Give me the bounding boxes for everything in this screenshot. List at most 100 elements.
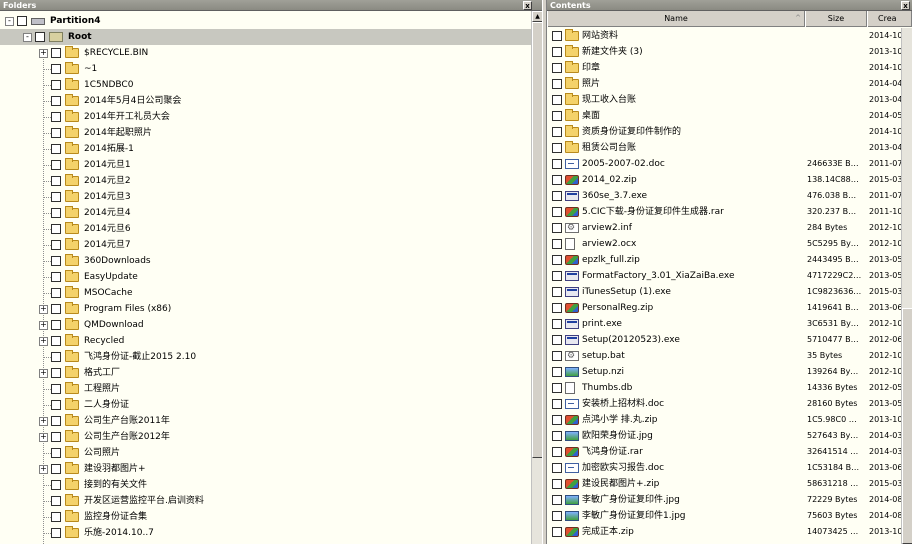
tree-node[interactable]: 2014元旦7 — [0, 237, 531, 253]
file-row[interactable]: Setup.nzi 139264 By… 2012-10 — [547, 364, 901, 380]
tree-node[interactable]: + $RECYCLE.BIN — [0, 45, 531, 61]
contents-scroll-thumb[interactable] — [902, 308, 912, 544]
tree-node[interactable]: 2014元旦2 — [0, 173, 531, 189]
column-header-created[interactable]: Crea — [867, 11, 912, 27]
row-checkbox[interactable] — [552, 47, 562, 57]
node-checkbox[interactable] — [35, 32, 45, 42]
file-row[interactable]: 照片 2014-04 — [547, 76, 901, 92]
file-row[interactable]: epzlk_full.zip 2443495 B… 2013-05 — [547, 252, 901, 268]
node-checkbox[interactable] — [17, 16, 27, 26]
file-row[interactable]: arview2.inf 284 Bytes 2012-10 — [547, 220, 901, 236]
row-checkbox[interactable] — [552, 447, 562, 457]
file-row[interactable]: 加密欧实习报告.doc 1C53184 B… 2013-06 — [547, 460, 901, 476]
file-row[interactable]: 2014_02.zip 138.14C88… 2015-03 — [547, 172, 901, 188]
file-row[interactable]: FormatFactory_3.01_XiaZaiBa.exe 4717229C2… — [547, 268, 901, 284]
expand-icon[interactable]: + — [39, 321, 48, 330]
tree-node[interactable]: 飞鸿身份证-截止2015 2.10 — [0, 349, 531, 365]
file-row[interactable]: setup.bat 35 Bytes 2012-10 — [547, 348, 901, 364]
tree-node[interactable]: 2014元旦3 — [0, 189, 531, 205]
tree-node[interactable]: - Partition4 — [0, 13, 531, 29]
tree-node[interactable]: + Recycled — [0, 333, 531, 349]
tree-node[interactable]: + 建设羽都图片+ — [0, 461, 531, 477]
column-header-name[interactable]: Name ^ — [547, 11, 805, 27]
column-header-size[interactable]: Size — [805, 11, 867, 27]
file-row[interactable]: 点鸿小学 排.丸.zip 1C5.98C0 … 2013-10 — [547, 412, 901, 428]
file-row[interactable]: 印章 2014-10 — [547, 60, 901, 76]
folders-close-button[interactable]: x — [523, 1, 532, 10]
file-row[interactable]: 新建文件夹 (3) 2013-10 — [547, 44, 901, 60]
node-checkbox[interactable] — [51, 240, 61, 250]
file-row[interactable]: 李敏广身份证复印件.jpg 72229 Bytes 2014-08 — [547, 492, 901, 508]
node-checkbox[interactable] — [51, 320, 61, 330]
row-checkbox[interactable] — [552, 79, 562, 89]
file-row[interactable]: Setup(20120523).exe 5710477 B… 2012-06 — [547, 332, 901, 348]
collapse-icon[interactable]: - — [5, 17, 14, 26]
node-checkbox[interactable] — [51, 512, 61, 522]
tree-node[interactable]: + Program Files (x86) — [0, 301, 531, 317]
row-checkbox[interactable] — [552, 95, 562, 105]
node-checkbox[interactable] — [51, 464, 61, 474]
row-checkbox[interactable] — [552, 431, 562, 441]
file-row[interactable]: 5.CIC下载-身份证复印件生成器.rar 320.237 B… 2011-10 — [547, 204, 901, 220]
row-checkbox[interactable] — [552, 31, 562, 41]
node-checkbox[interactable] — [51, 416, 61, 426]
node-checkbox[interactable] — [51, 160, 61, 170]
file-row[interactable]: 资质身份证复印件制作的 2014-10 — [547, 124, 901, 140]
node-checkbox[interactable] — [51, 448, 61, 458]
node-checkbox[interactable] — [51, 400, 61, 410]
row-checkbox[interactable] — [552, 495, 562, 505]
tree-node[interactable]: 工程照片 — [0, 381, 531, 397]
node-checkbox[interactable] — [51, 48, 61, 58]
row-checkbox[interactable] — [552, 527, 562, 537]
file-row[interactable]: arview2.ocx 5C5295 By… 2012-10 — [547, 236, 901, 252]
tree-node[interactable]: + 公司生产台账2011年 — [0, 413, 531, 429]
tree-node[interactable]: + QMDownload — [0, 317, 531, 333]
row-checkbox[interactable] — [552, 239, 562, 249]
row-checkbox[interactable] — [552, 223, 562, 233]
tree-node[interactable]: EasyUpdate — [0, 269, 531, 285]
expand-icon[interactable]: + — [39, 465, 48, 474]
node-checkbox[interactable] — [51, 368, 61, 378]
tree-node[interactable]: MSOCache — [0, 285, 531, 301]
tree-node[interactable]: ~1 — [0, 61, 531, 77]
scroll-up-arrow-icon[interactable]: ▲ — [532, 11, 542, 22]
tree-node[interactable]: - Root — [0, 29, 531, 45]
row-checkbox[interactable] — [552, 175, 562, 185]
row-checkbox[interactable] — [552, 463, 562, 473]
node-checkbox[interactable] — [51, 112, 61, 122]
node-checkbox[interactable] — [51, 384, 61, 394]
tree-node[interactable]: 2014拓展-1 — [0, 141, 531, 157]
node-checkbox[interactable] — [51, 144, 61, 154]
node-checkbox[interactable] — [51, 528, 61, 538]
row-checkbox[interactable] — [552, 303, 562, 313]
row-checkbox[interactable] — [552, 383, 562, 393]
file-row[interactable]: 飞鸿身份证.rar 32641514 … 2014-03 — [547, 444, 901, 460]
node-checkbox[interactable] — [51, 256, 61, 266]
tree-node[interactable]: 乐施-2014.10..7 — [0, 525, 531, 541]
node-checkbox[interactable] — [51, 208, 61, 218]
expand-icon[interactable]: + — [39, 417, 48, 426]
expand-icon[interactable]: + — [39, 49, 48, 58]
row-checkbox[interactable] — [552, 367, 562, 377]
tree-node[interactable]: 公司照片 — [0, 445, 531, 461]
node-checkbox[interactable] — [51, 304, 61, 314]
folders-scrollbar[interactable]: ▲ — [531, 11, 542, 544]
file-row[interactable]: 2005-2007-02.doc 246633E B… 2011-07 — [547, 156, 901, 172]
expand-icon[interactable]: + — [39, 369, 48, 378]
row-checkbox[interactable] — [552, 479, 562, 489]
file-row[interactable]: 现工收入台账 2013-04 — [547, 92, 901, 108]
node-checkbox[interactable] — [51, 128, 61, 138]
file-row[interactable]: 安装桥上招材料.doc 28160 Bytes 2013-05 — [547, 396, 901, 412]
row-checkbox[interactable] — [552, 511, 562, 521]
expand-icon[interactable]: + — [39, 305, 48, 314]
file-row[interactable]: 桌面 2014-05 — [547, 108, 901, 124]
node-checkbox[interactable] — [51, 496, 61, 506]
row-checkbox[interactable] — [552, 191, 562, 201]
tree-node[interactable]: 2014年5月4日公司聚会 — [0, 93, 531, 109]
tree-node[interactable]: 二人身份证 — [0, 397, 531, 413]
node-checkbox[interactable] — [51, 272, 61, 282]
tree-node[interactable]: 2014元旦1 — [0, 157, 531, 173]
node-checkbox[interactable] — [51, 64, 61, 74]
row-checkbox[interactable] — [552, 159, 562, 169]
row-checkbox[interactable] — [552, 255, 562, 265]
